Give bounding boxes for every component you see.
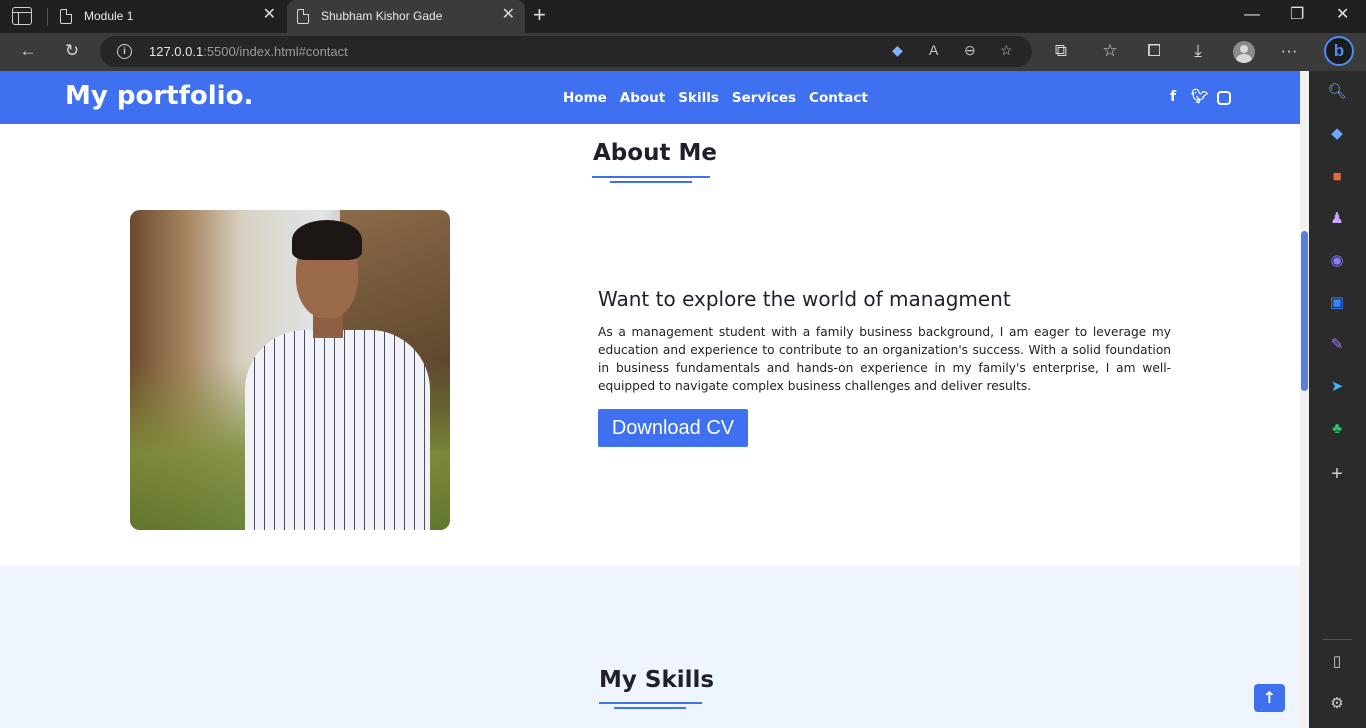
instagram-icon[interactable] <box>1217 91 1231 105</box>
shopping-tag-icon[interactable]: ◆ <box>892 42 903 59</box>
page-icon <box>297 9 309 24</box>
title-underline <box>614 707 686 709</box>
browser-sidebar: 🔍︎ ◆ ■ ♟ ◉ ▣ ✎ ➤ ♣ + ▯ ⚙ <box>1309 71 1366 728</box>
twitter-icon[interactable]: 🐦︎ <box>1191 89 1209 105</box>
site-logo[interactable]: My portfolio. <box>65 81 253 111</box>
address-bar[interactable]: i 127.0.0.1:5500/index.html#contact ◆ A … <box>100 36 1032 67</box>
refresh-icon[interactable]: ↻ <box>60 40 84 62</box>
facebook-icon[interactable]: f <box>1170 89 1176 105</box>
settings-icon[interactable]: ⚙ <box>1326 693 1348 715</box>
page-scrollbar[interactable] <box>1300 71 1309 728</box>
minimize-icon[interactable]: — <box>1244 6 1260 24</box>
profile-avatar[interactable] <box>1233 41 1255 63</box>
extensions-icon[interactable]: ⧉ <box>1049 40 1073 62</box>
nav-menu: Home About Skills Services Contact <box>563 90 868 106</box>
site-info-icon[interactable]: i <box>117 44 132 59</box>
send-icon[interactable]: ➤ <box>1326 376 1348 398</box>
tab-strip: Module 1 ✕ Shubham Kishor Gade ✕ + — ❐ ✕ <box>0 0 1366 33</box>
browser-toolbar: ← ↻ i 127.0.0.1:5500/index.html#contact … <box>0 33 1366 71</box>
tab-module-1[interactable]: Module 1 ✕ <box>50 0 286 33</box>
add-favorite-icon[interactable]: ☆ <box>1000 42 1013 59</box>
close-window-icon[interactable]: ✕ <box>1336 6 1349 24</box>
copilot-icon[interactable]: ◉ <box>1326 250 1348 272</box>
tab-actions-icon[interactable] <box>12 7 32 25</box>
zoom-out-icon[interactable]: ⊖ <box>964 42 976 59</box>
page-viewport: My portfolio. Home About Skills Services… <box>0 71 1300 728</box>
nav-skills[interactable]: Skills <box>678 90 719 106</box>
designer-icon[interactable]: ✎ <box>1326 334 1348 356</box>
nav-services[interactable]: Services <box>732 90 796 106</box>
profile-photo <box>130 210 450 530</box>
restore-icon[interactable]: ❐ <box>1290 6 1304 24</box>
url-text[interactable]: 127.0.0.1:5500/index.html#contact <box>149 44 348 59</box>
nav-home[interactable]: Home <box>563 90 607 106</box>
back-icon[interactable]: ← <box>16 40 40 62</box>
search-icon[interactable]: 🔍︎ <box>1326 81 1348 103</box>
skills-section: My Skills <box>0 566 1300 728</box>
download-cv-button[interactable]: Download CV <box>598 409 748 447</box>
title-underline <box>610 181 692 183</box>
tab-portfolio[interactable]: Shubham Kishor Gade ✕ <box>287 0 525 33</box>
site-navbar: My portfolio. Home About Skills Services… <box>0 71 1300 124</box>
about-heading: Want to explore the world of managment <box>598 287 1011 311</box>
close-tab-icon[interactable]: ✕ <box>263 7 276 23</box>
tools-icon[interactable]: ■ <box>1326 166 1348 188</box>
games-icon[interactable]: ♟ <box>1326 208 1348 230</box>
outlook-icon[interactable]: ▣ <box>1326 292 1348 314</box>
title-underline <box>599 702 702 704</box>
about-paragraph: As a management student with a family bu… <box>598 325 1171 393</box>
close-tab-icon[interactable]: ✕ <box>502 7 515 23</box>
tab-title: Module 1 <box>84 9 134 23</box>
add-icon[interactable]: + <box>1326 463 1348 485</box>
more-icon[interactable]: ··· <box>1277 40 1301 62</box>
favorites-icon[interactable]: ☆ <box>1098 40 1122 62</box>
downloads-icon[interactable]: ⤓ <box>1186 40 1210 62</box>
read-aloud-icon[interactable]: A <box>929 42 938 58</box>
sidebar-toggle-icon[interactable]: ▯ <box>1326 651 1348 673</box>
nav-about[interactable]: About <box>620 90 665 106</box>
page-icon <box>60 9 72 24</box>
scrollbar-thumb[interactable] <box>1301 231 1308 391</box>
bing-chat-icon[interactable]: b <box>1324 36 1354 66</box>
shopping-icon[interactable]: ◆ <box>1326 123 1348 145</box>
skills-section-title: My Skills <box>599 667 715 693</box>
title-underline <box>592 176 710 178</box>
sidebar-divider <box>1323 639 1352 640</box>
tab-separator <box>47 8 48 26</box>
tree-icon[interactable]: ♣ <box>1326 418 1348 440</box>
scroll-to-top-button[interactable]: ↑ <box>1254 684 1285 712</box>
about-section-title: About Me <box>593 140 717 166</box>
tab-title: Shubham Kishor Gade <box>321 9 443 23</box>
nav-contact[interactable]: Contact <box>809 90 868 106</box>
new-tab-icon[interactable]: + <box>533 4 546 26</box>
collections-icon[interactable]: ⧠ <box>1142 40 1166 62</box>
